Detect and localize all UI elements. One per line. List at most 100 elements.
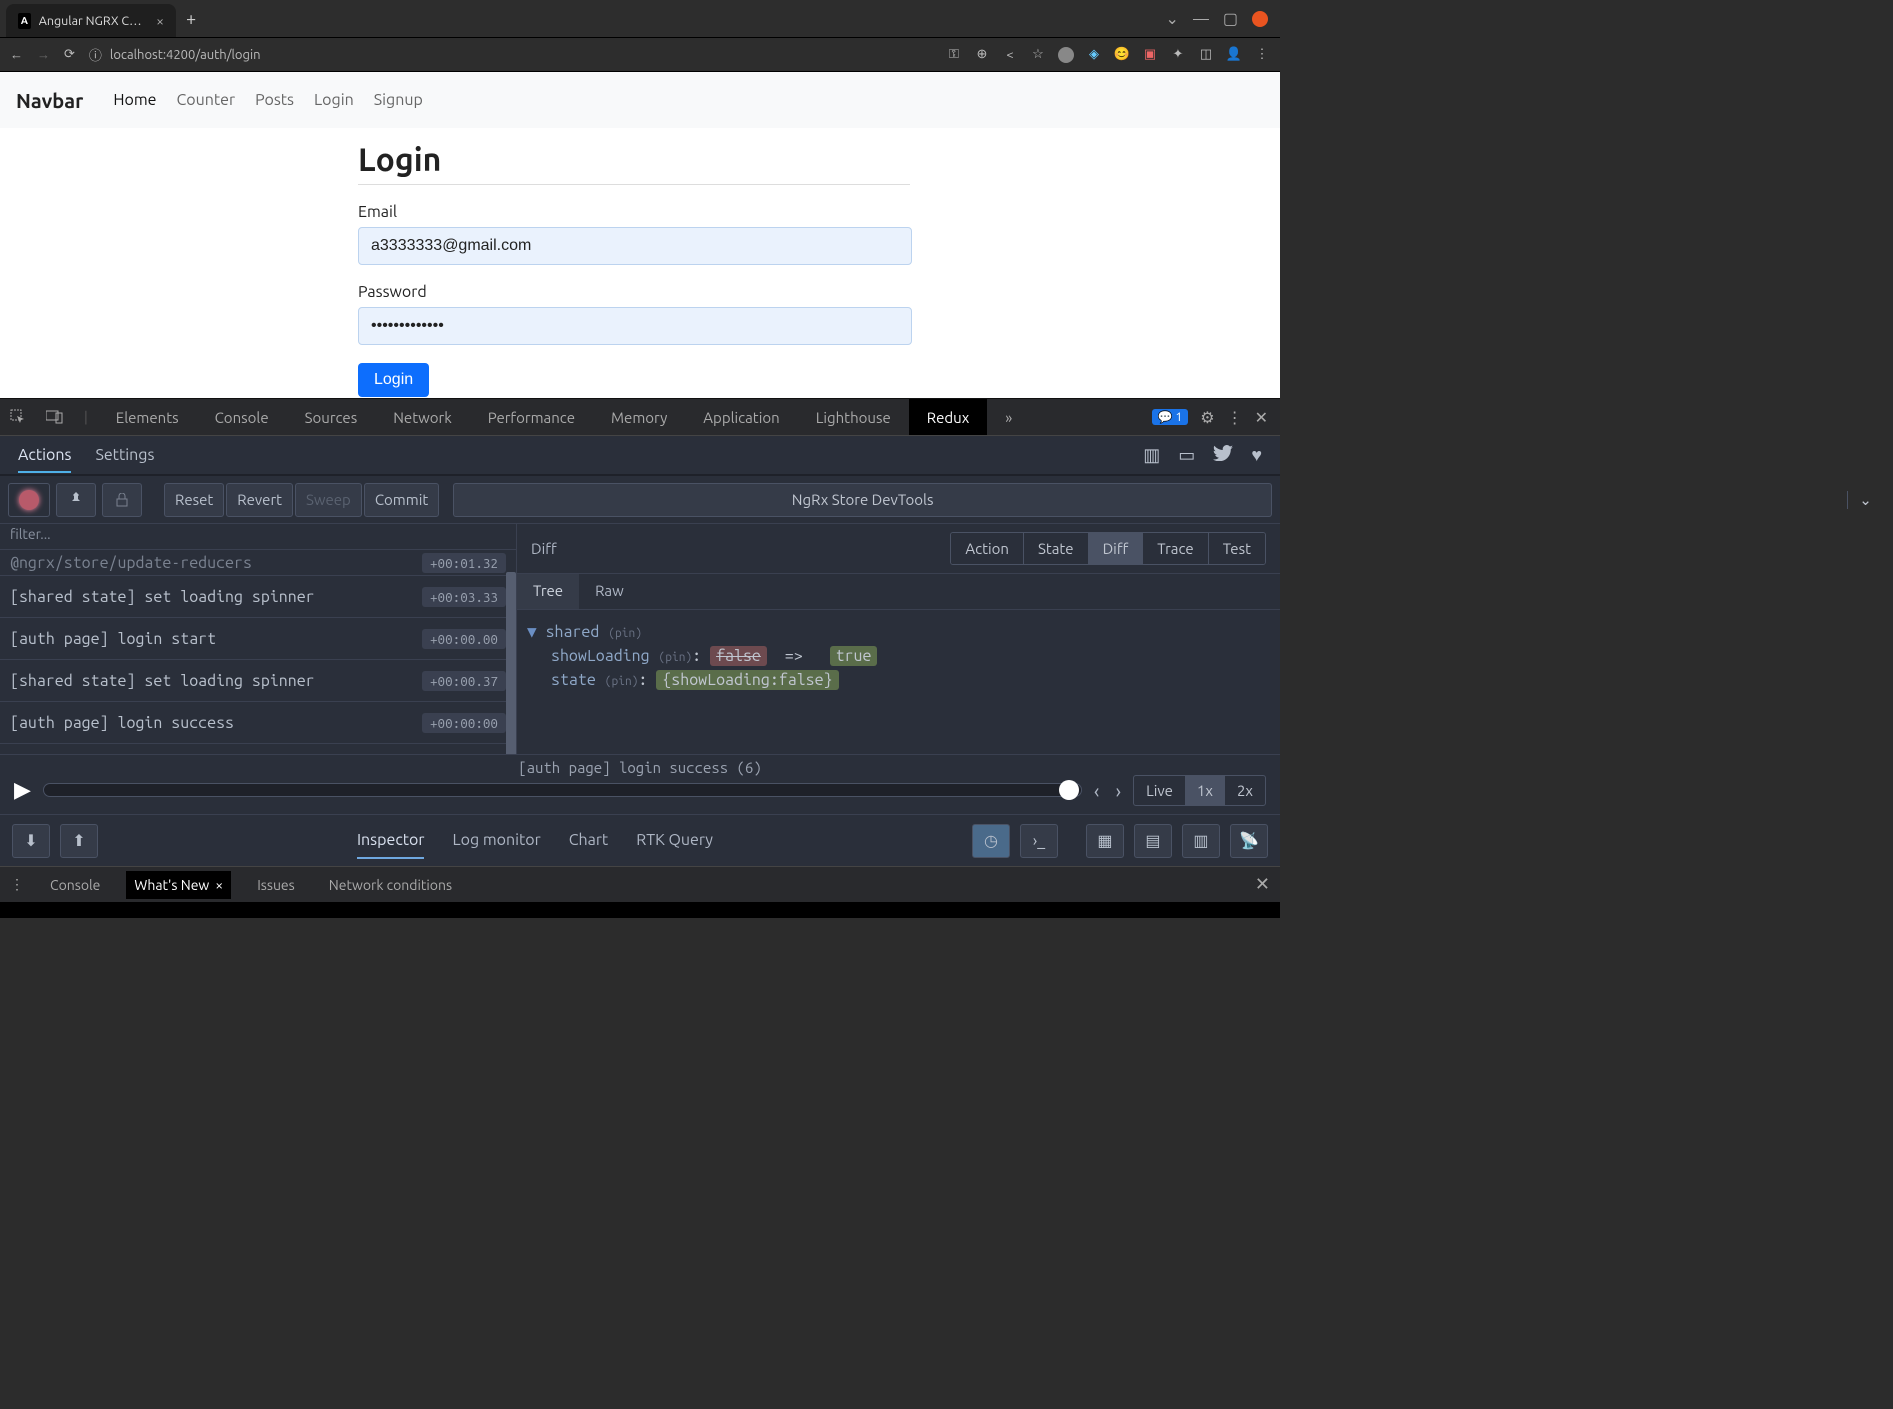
- close-drawer-icon[interactable]: ✕: [1255, 874, 1270, 895]
- chat-icon[interactable]: ▭: [1178, 445, 1195, 466]
- raw-tab[interactable]: Raw: [579, 574, 640, 609]
- login-button[interactable]: Login: [358, 363, 429, 397]
- forward-icon[interactable]: →: [37, 47, 50, 62]
- tree-tab[interactable]: Tree: [517, 574, 579, 609]
- nav-posts[interactable]: Posts: [245, 91, 304, 109]
- action-row[interactable]: [shared state] set loading spinner +00:0…: [0, 576, 516, 618]
- extension-icon-4[interactable]: ▣: [1142, 47, 1158, 63]
- chevron-down-icon[interactable]: ⌄: [1166, 9, 1179, 28]
- email-input[interactable]: [358, 227, 912, 265]
- pin-label[interactable]: (pin): [608, 627, 642, 640]
- extension-icon-1[interactable]: [1058, 47, 1074, 63]
- commit-button[interactable]: Commit: [364, 483, 439, 517]
- slider-knob[interactable]: [1059, 780, 1079, 800]
- speed-1x[interactable]: 1x: [1185, 776, 1225, 805]
- action-row[interactable]: [auth page] login success +00:00:00: [0, 702, 516, 744]
- scrollbar-thumb[interactable]: [506, 572, 516, 754]
- devtools-tab-performance[interactable]: Performance: [470, 399, 593, 435]
- twitter-icon[interactable]: [1213, 445, 1233, 466]
- tree-key-showloading[interactable]: showLoading: [551, 647, 650, 665]
- clock-icon[interactable]: ◷: [972, 824, 1010, 858]
- view-tab-diff[interactable]: Diff: [1088, 533, 1143, 564]
- inspect-element-icon[interactable]: [0, 409, 36, 425]
- view-tab-action[interactable]: Action: [951, 533, 1023, 564]
- monitor-rtk[interactable]: RTK Query: [636, 823, 713, 859]
- close-tab-icon[interactable]: ×: [156, 13, 164, 29]
- view-tab-state[interactable]: State: [1023, 533, 1088, 564]
- layout-right-icon[interactable]: ▥: [1182, 824, 1220, 858]
- sweep-button[interactable]: Sweep: [295, 483, 362, 517]
- layout-bottom-icon[interactable]: ▤: [1134, 824, 1172, 858]
- bookmark-icon[interactable]: ☆: [1030, 47, 1046, 63]
- nav-counter[interactable]: Counter: [167, 91, 246, 109]
- nav-home[interactable]: Home: [103, 91, 166, 109]
- message-badge[interactable]: 💬 1: [1152, 409, 1189, 425]
- minimize-icon[interactable]: —: [1193, 10, 1209, 28]
- devtools-tab-sources[interactable]: Sources: [287, 399, 376, 435]
- reload-icon[interactable]: ⟳: [64, 47, 75, 62]
- monitor-chart[interactable]: Chart: [569, 823, 609, 859]
- nav-signup[interactable]: Signup: [364, 91, 433, 109]
- url-field[interactable]: ⓘ localhost:4200/auth/login: [89, 45, 932, 64]
- chevron-down-icon[interactable]: ⌄: [1847, 491, 1883, 509]
- devtools-tab-console[interactable]: Console: [197, 399, 287, 435]
- navbar-brand[interactable]: Navbar: [16, 89, 83, 112]
- browser-tab[interactable]: A Angular NGRX Complete ×: [6, 4, 176, 37]
- drawer-menu-icon[interactable]: ⋮: [10, 876, 24, 893]
- zoom-icon[interactable]: ⊕: [974, 47, 990, 63]
- devtools-tab-memory[interactable]: Memory: [593, 399, 685, 435]
- devtools-tab-lighthouse[interactable]: Lighthouse: [798, 399, 909, 435]
- close-tab-icon[interactable]: ×: [215, 877, 223, 893]
- remote-icon[interactable]: 📡: [1230, 824, 1268, 858]
- devtools-tab-network[interactable]: Network: [375, 399, 470, 435]
- reset-button[interactable]: Reset: [164, 483, 224, 517]
- upload-icon[interactable]: ⬆: [60, 824, 98, 858]
- pin-label[interactable]: (pin): [659, 651, 693, 664]
- speed-live[interactable]: Live: [1134, 776, 1185, 805]
- record-button[interactable]: [8, 483, 50, 517]
- action-row[interactable]: @ngrx/store/update-reducers +00:01.32: [0, 550, 516, 576]
- download-icon[interactable]: ⬇: [12, 824, 50, 858]
- revert-button[interactable]: Revert: [226, 483, 293, 517]
- action-row[interactable]: [auth page] login start +00:00.00: [0, 618, 516, 660]
- back-icon[interactable]: ←: [10, 47, 23, 62]
- heart-icon[interactable]: ♥: [1251, 445, 1262, 466]
- lock-button[interactable]: [102, 483, 142, 517]
- redux-tab-actions[interactable]: Actions: [18, 446, 71, 473]
- playback-slider[interactable]: [43, 783, 1082, 797]
- profile-icon[interactable]: 👤: [1226, 47, 1242, 63]
- key-icon[interactable]: ⚿: [946, 47, 962, 63]
- puzzle-icon[interactable]: ◫: [1198, 47, 1214, 63]
- pin-button[interactable]: [56, 483, 96, 517]
- prev-icon[interactable]: ‹: [1094, 779, 1100, 802]
- actions-list[interactable]: @ngrx/store/update-reducers +00:01.32 [s…: [0, 550, 516, 754]
- view-tab-test[interactable]: Test: [1208, 533, 1265, 564]
- share-icon[interactable]: <: [1002, 47, 1018, 63]
- view-tab-trace[interactable]: Trace: [1142, 533, 1207, 564]
- dispatch-icon[interactable]: ›_: [1020, 824, 1058, 858]
- redux-tab-settings[interactable]: Settings: [95, 446, 154, 464]
- gear-icon[interactable]: ⚙: [1200, 408, 1214, 427]
- tree-key-state[interactable]: state: [551, 671, 596, 689]
- diff-tree[interactable]: ▼ shared (pin) showLoading (pin): false …: [517, 610, 1280, 707]
- kebab-icon[interactable]: ⋮: [1227, 408, 1243, 427]
- extension-icon-3[interactable]: 😊: [1114, 47, 1130, 63]
- devtools-tab-application[interactable]: Application: [685, 399, 797, 435]
- action-row[interactable]: [shared state] set loading spinner +00:0…: [0, 660, 516, 702]
- extension-icon-2[interactable]: ◈: [1086, 47, 1102, 63]
- monitor-log[interactable]: Log monitor: [452, 823, 540, 859]
- devtools-more-tabs-icon[interactable]: »: [987, 399, 1030, 435]
- drawer-tab-netcond[interactable]: Network conditions: [321, 871, 460, 899]
- drawer-tab-console[interactable]: Console: [42, 871, 108, 899]
- new-tab-button[interactable]: +: [176, 0, 206, 37]
- next-icon[interactable]: ›: [1115, 779, 1121, 802]
- maximize-icon[interactable]: ▢: [1223, 9, 1238, 28]
- extensions-menu-icon[interactable]: ✦: [1170, 47, 1186, 63]
- drawer-tab-issues[interactable]: Issues: [249, 871, 303, 899]
- device-toggle-icon[interactable]: [36, 410, 74, 424]
- filter-input[interactable]: filter...: [0, 524, 516, 550]
- pin-label[interactable]: (pin): [605, 675, 639, 688]
- drawer-tab-whatsnew[interactable]: What's New ×: [126, 871, 231, 899]
- play-icon[interactable]: ▶: [14, 777, 31, 803]
- speed-2x[interactable]: 2x: [1225, 776, 1265, 805]
